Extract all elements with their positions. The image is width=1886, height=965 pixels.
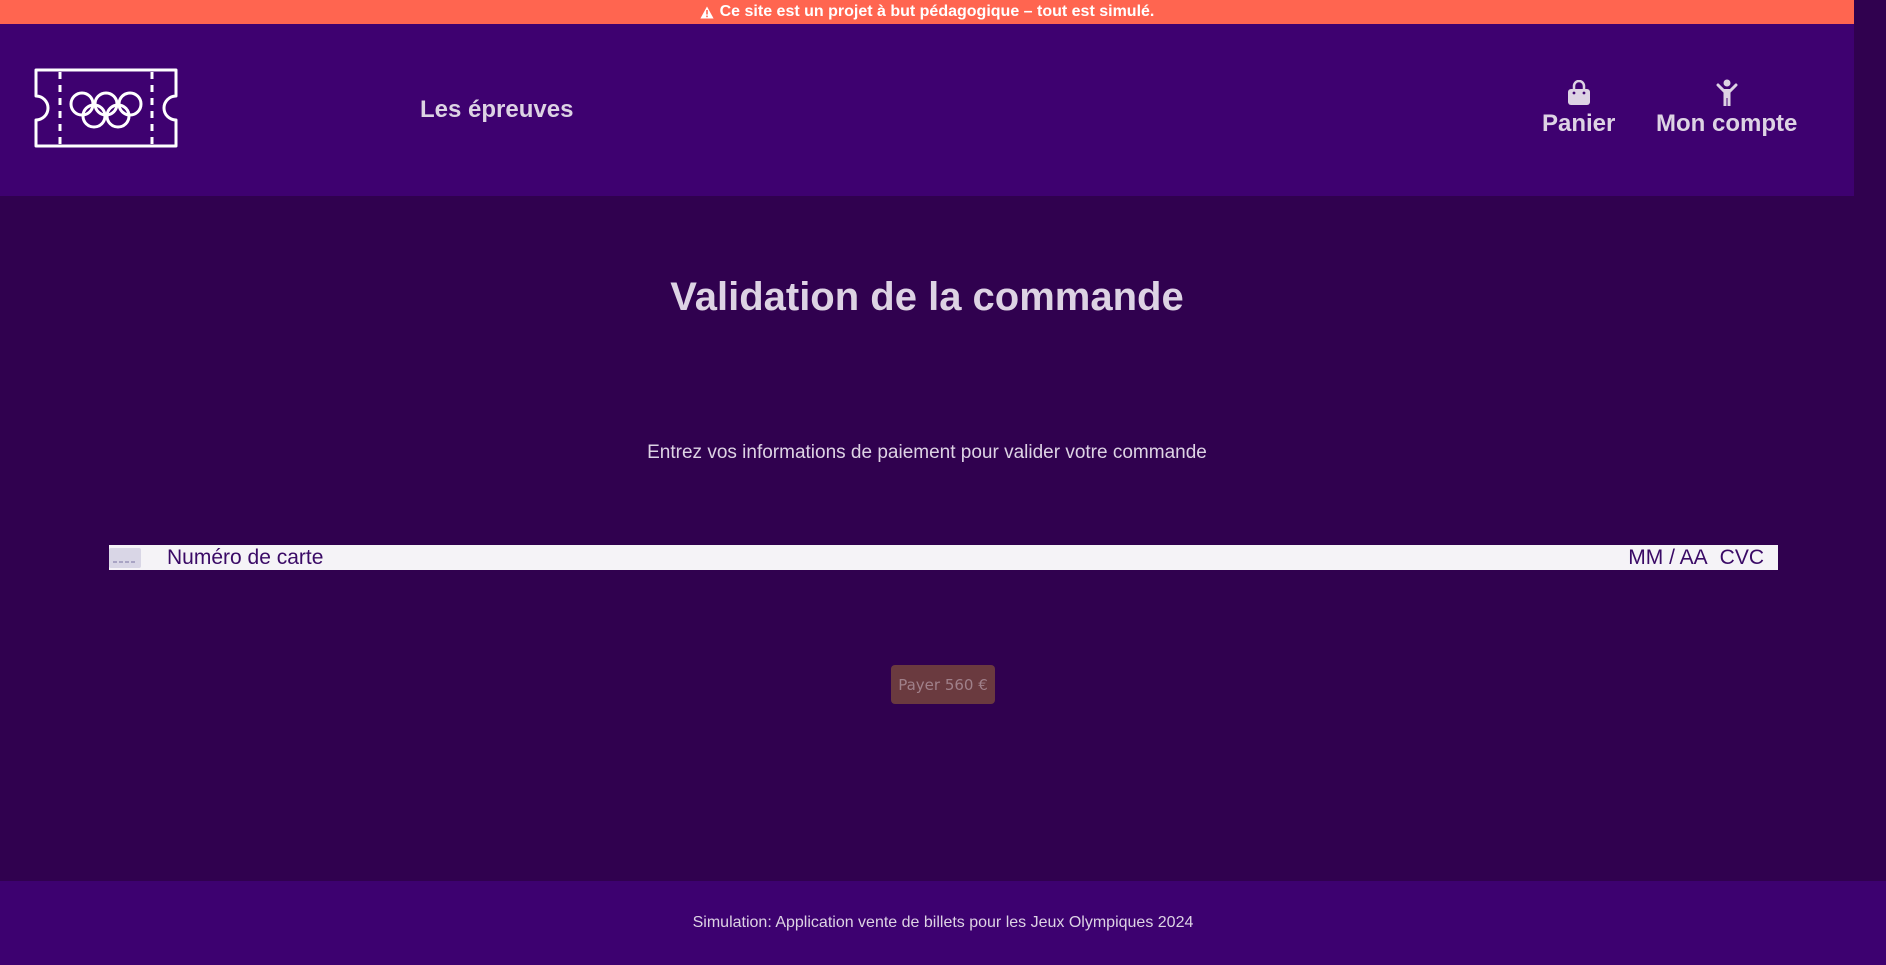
- payment-instructions: Entrez vos informations de paiement pour…: [647, 442, 1207, 463]
- nav-link-events[interactable]: Les épreuves: [420, 96, 573, 124]
- card-expiry-input[interactable]: MM / AA: [1628, 546, 1707, 570]
- shopping-bag-icon: [1567, 78, 1591, 108]
- page-title: Validation de la commande: [670, 275, 1184, 319]
- site-footer: Simulation: Application vente de billets…: [0, 881, 1886, 965]
- person-icon: [1716, 78, 1738, 108]
- nav-cart-label: Panier: [1542, 110, 1616, 137]
- warning-banner: Ce site est un projet à but pédagogique …: [0, 0, 1854, 24]
- card-payment-field[interactable]: Numéro de carte MM / AA CVC: [109, 545, 1778, 570]
- footer-text: Simulation: Application vente de billets…: [692, 914, 1194, 931]
- olympic-ticket-logo[interactable]: [30, 68, 182, 148]
- warning-banner-text: Ce site est un projet à but pédagogique …: [719, 3, 1155, 20]
- site-header: Les épreuves Panier Mon compte: [0, 24, 1854, 196]
- card-number-input[interactable]: Numéro de carte: [167, 546, 1628, 570]
- warning-icon: [700, 6, 714, 19]
- nav-cart-link[interactable]: Panier: [1542, 78, 1615, 138]
- credit-card-icon: [109, 547, 141, 568]
- pay-button[interactable]: Payer 560 €: [891, 665, 995, 704]
- nav-account-label: Mon compte: [1656, 110, 1798, 137]
- nav-account-link[interactable]: Mon compte: [1656, 78, 1797, 138]
- card-cvc-input[interactable]: CVC: [1720, 546, 1764, 570]
